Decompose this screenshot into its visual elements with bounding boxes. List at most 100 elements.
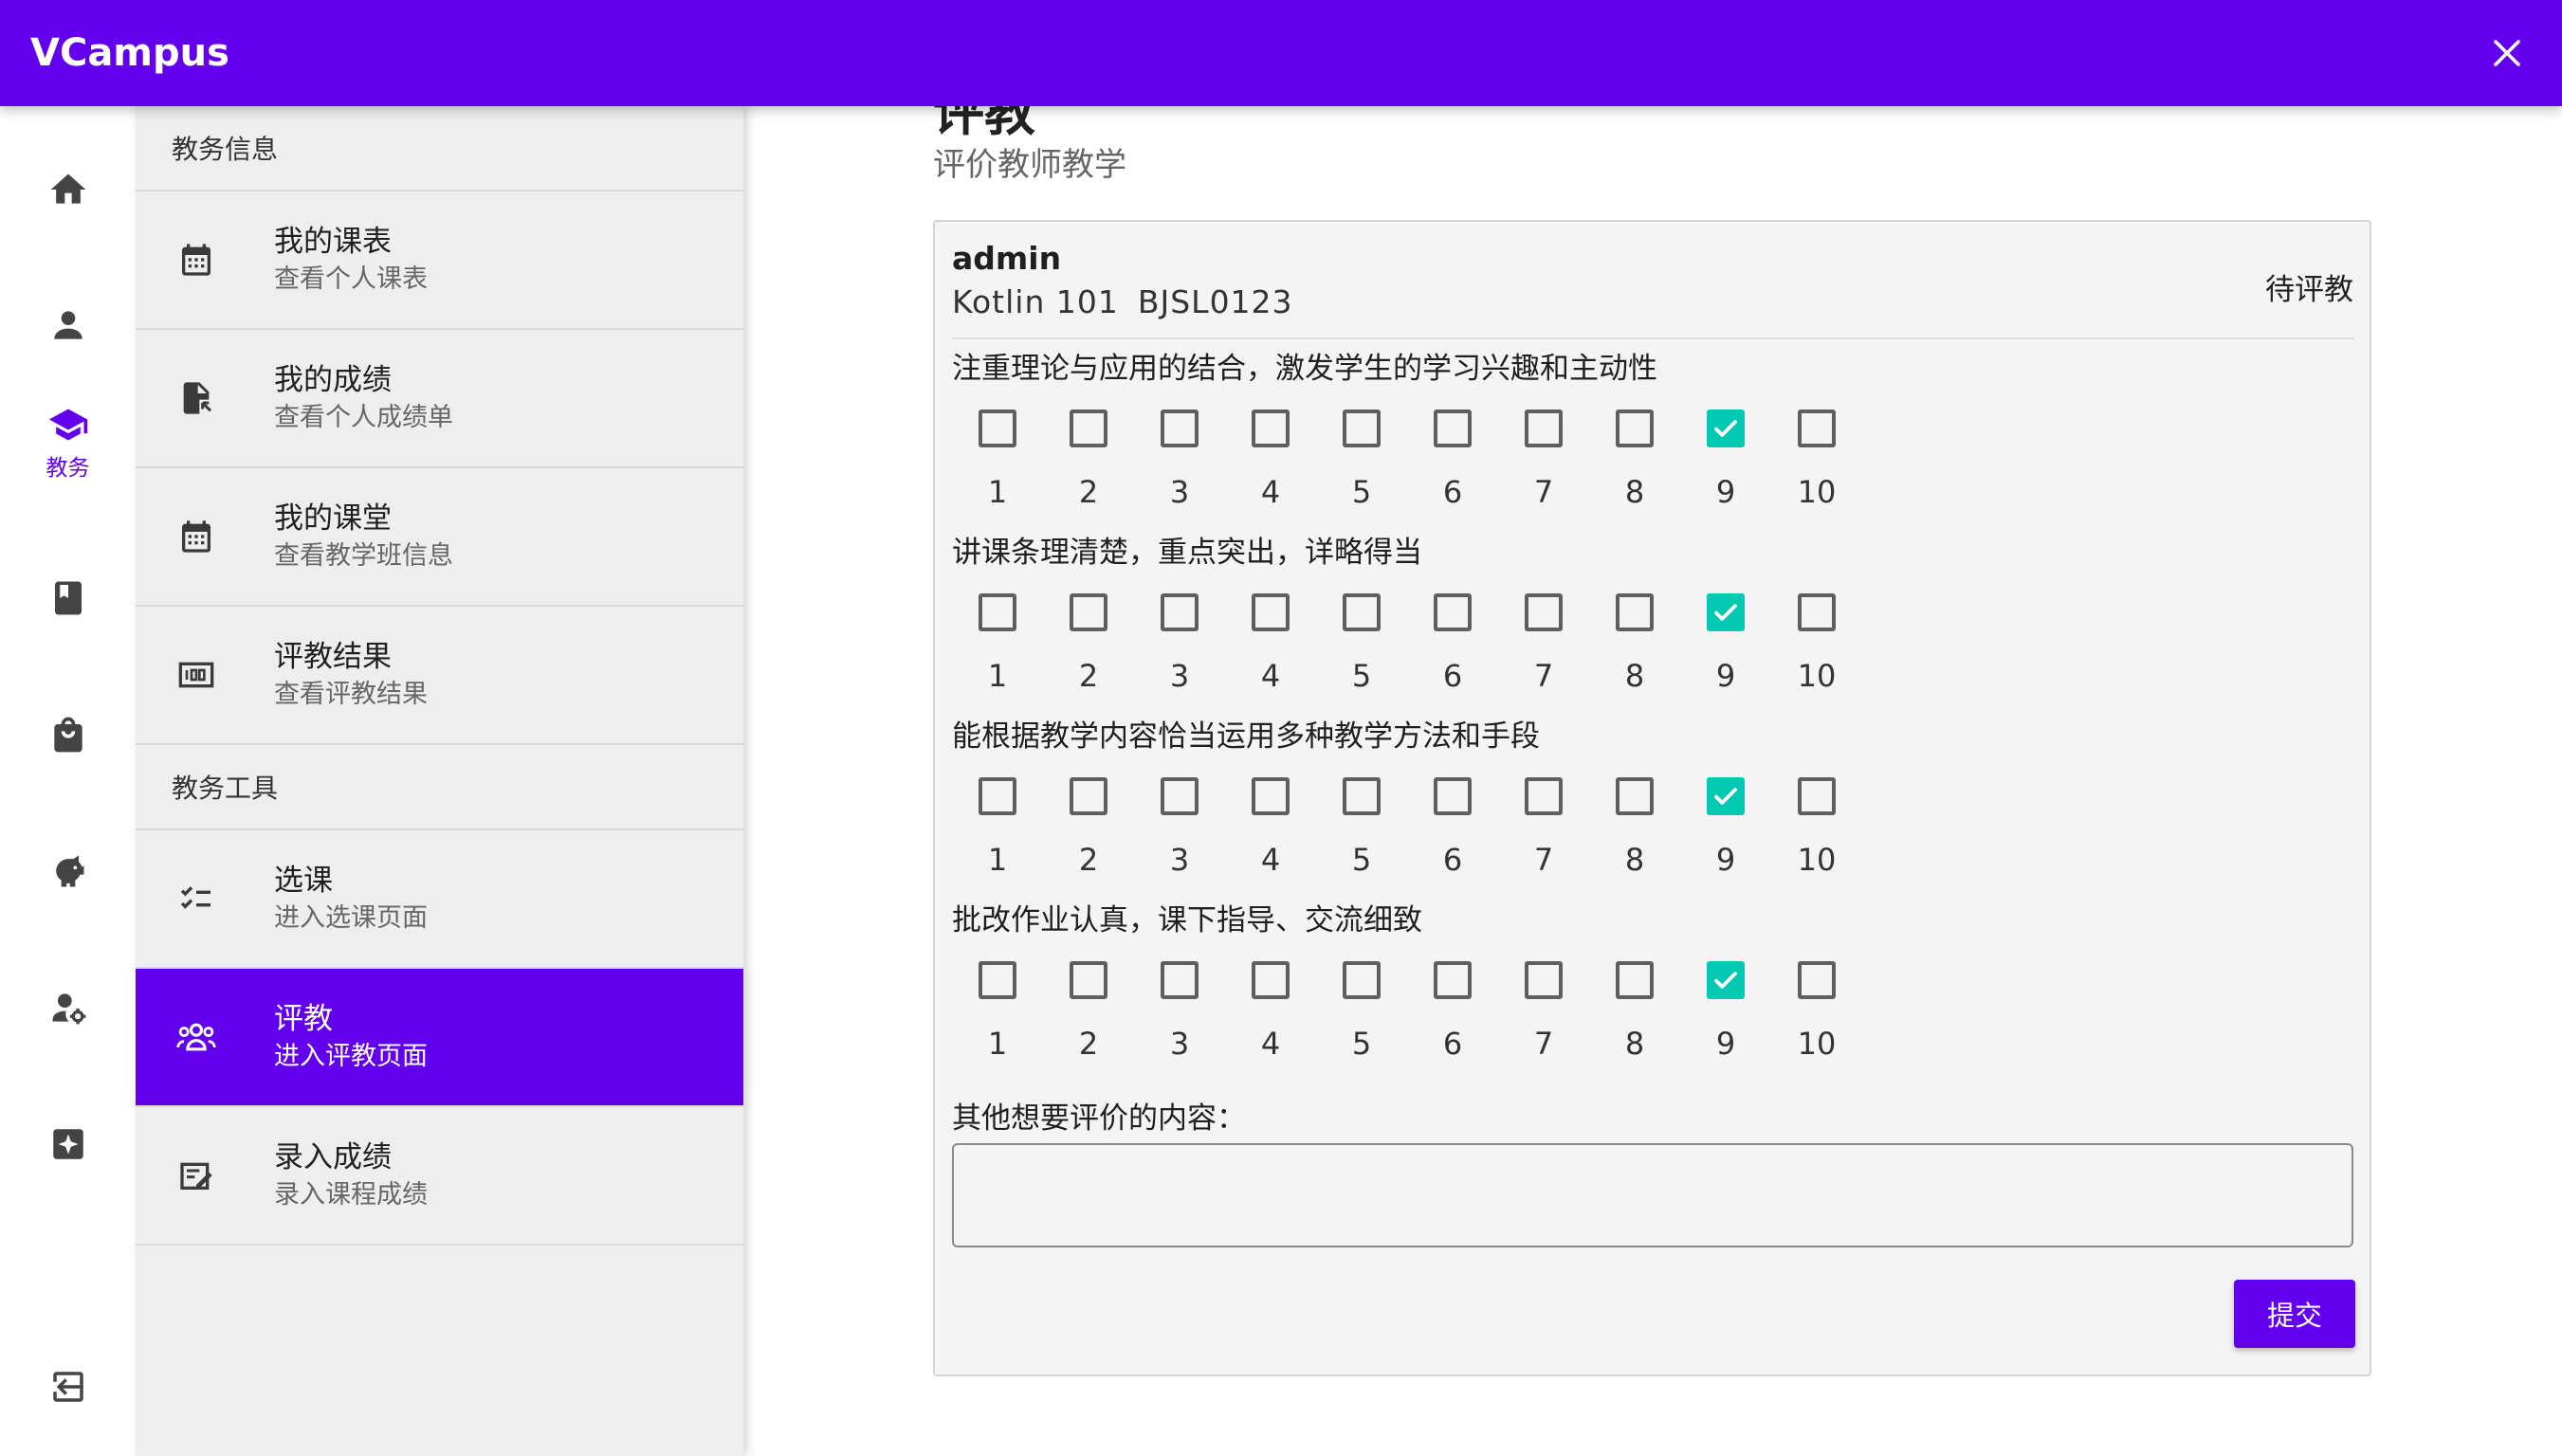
rail-item-academic[interactable]: 教务 (0, 391, 136, 495)
score-option[interactable]: 10 (1771, 593, 1862, 694)
score-option[interactable]: 10 (1771, 961, 1862, 1062)
other-comments-input[interactable] (952, 1143, 2353, 1247)
score-option[interactable]: 8 (1589, 777, 1680, 878)
score-option[interactable]: 8 (1589, 410, 1680, 510)
score-option[interactable]: 1 (952, 961, 1043, 1062)
score-option[interactable]: 6 (1407, 410, 1498, 510)
score-checkbox[interactable] (1707, 593, 1745, 631)
score-option[interactable]: 7 (1498, 410, 1589, 510)
score-checkbox[interactable] (1434, 593, 1472, 631)
score-option[interactable]: 5 (1316, 777, 1407, 878)
score-option[interactable]: 2 (1043, 777, 1134, 878)
score-option[interactable]: 1 (952, 777, 1043, 878)
score-option[interactable]: 5 (1316, 593, 1407, 694)
score-option[interactable]: 1 (952, 593, 1043, 694)
score-checkbox[interactable] (1161, 961, 1199, 999)
score-option[interactable]: 8 (1589, 593, 1680, 694)
score-option[interactable]: 7 (1498, 593, 1589, 694)
score-option[interactable]: 6 (1407, 961, 1498, 1062)
score-option[interactable]: 8 (1589, 961, 1680, 1062)
score-option[interactable]: 5 (1316, 961, 1407, 1062)
score-option[interactable]: 5 (1316, 410, 1407, 510)
score-checkbox[interactable] (1161, 777, 1199, 815)
score-option[interactable]: 2 (1043, 961, 1134, 1062)
score-option[interactable]: 2 (1043, 410, 1134, 510)
score-checkbox[interactable] (1798, 410, 1836, 447)
score-checkbox[interactable] (1525, 961, 1563, 999)
rail-item-ai[interactable] (0, 1092, 136, 1196)
nav-item-eval-results[interactable]: 评教结果 查看评教结果 (136, 607, 743, 745)
score-checkbox[interactable] (1070, 593, 1107, 631)
score-checkbox[interactable] (979, 593, 1016, 631)
score-checkbox[interactable] (1798, 961, 1836, 999)
nav-item-course-selection[interactable]: 选课 进入选课页面 (136, 830, 743, 969)
score-checkbox[interactable] (1707, 777, 1745, 815)
score-checkbox[interactable] (1525, 410, 1563, 447)
score-option[interactable]: 2 (1043, 593, 1134, 694)
rail-item-bank[interactable] (0, 819, 136, 923)
score-checkbox[interactable] (1343, 961, 1381, 999)
score-checkbox[interactable] (1252, 593, 1290, 631)
nav-item-my-grades[interactable]: 我的成绩 查看个人成绩单 (136, 330, 743, 468)
score-checkbox[interactable] (1616, 777, 1654, 815)
score-checkbox[interactable] (1798, 777, 1836, 815)
score-checkbox[interactable] (1525, 777, 1563, 815)
score-checkbox[interactable] (1070, 410, 1107, 447)
score-option[interactable]: 9 (1680, 961, 1771, 1062)
score-option[interactable]: 3 (1134, 410, 1225, 510)
score-checkbox[interactable] (1707, 410, 1745, 447)
score-checkbox[interactable] (1798, 593, 1836, 631)
score-checkbox[interactable] (1434, 961, 1472, 999)
score-option[interactable]: 1 (952, 410, 1043, 510)
score-option[interactable]: 6 (1407, 593, 1498, 694)
score-checkbox[interactable] (1525, 593, 1563, 631)
nav-item-my-classes[interactable]: 我的课堂 查看教学班信息 (136, 468, 743, 607)
score-option[interactable]: 3 (1134, 777, 1225, 878)
score-option[interactable]: 9 (1680, 593, 1771, 694)
score-checkbox[interactable] (1434, 777, 1472, 815)
score-checkbox[interactable] (979, 777, 1016, 815)
rail-item-admin[interactable] (0, 956, 136, 1060)
score-option[interactable]: 4 (1225, 777, 1316, 878)
score-checkbox[interactable] (1343, 593, 1381, 631)
rail-item-home[interactable] (0, 137, 136, 242)
score-checkbox[interactable] (979, 961, 1016, 999)
score-option[interactable]: 9 (1680, 410, 1771, 510)
nav-item-teaching-eval[interactable]: 评教 进入评教页面 (136, 969, 743, 1107)
score-checkbox[interactable] (1252, 961, 1290, 999)
score-option[interactable]: 10 (1771, 410, 1862, 510)
rail-item-shop[interactable] (0, 682, 136, 787)
score-option[interactable]: 9 (1680, 777, 1771, 878)
score-checkbox[interactable] (1707, 961, 1745, 999)
score-checkbox[interactable] (1616, 593, 1654, 631)
score-checkbox[interactable] (1616, 961, 1654, 999)
score-label: 2 (1078, 658, 1099, 694)
score-checkbox[interactable] (1070, 777, 1107, 815)
score-option[interactable]: 6 (1407, 777, 1498, 878)
rail-item-library[interactable] (0, 546, 136, 650)
submit-button[interactable]: 提交 (2234, 1280, 2355, 1348)
score-checkbox[interactable] (1161, 410, 1199, 447)
score-option[interactable]: 4 (1225, 410, 1316, 510)
score-checkbox[interactable] (1252, 410, 1290, 447)
score-checkbox[interactable] (1343, 777, 1381, 815)
score-option[interactable]: 7 (1498, 961, 1589, 1062)
score-checkbox[interactable] (1343, 410, 1381, 447)
score-checkbox[interactable] (1434, 410, 1472, 447)
score-checkbox[interactable] (1161, 593, 1199, 631)
score-checkbox[interactable] (1070, 961, 1107, 999)
rail-item-profile[interactable] (0, 273, 136, 377)
score-option[interactable]: 4 (1225, 961, 1316, 1062)
nav-item-enter-grades[interactable]: 录入成绩 录入课程成绩 (136, 1107, 743, 1246)
rail-item-logout[interactable] (0, 1335, 136, 1439)
score-checkbox[interactable] (1616, 410, 1654, 447)
score-option[interactable]: 4 (1225, 593, 1316, 694)
score-option[interactable]: 10 (1771, 777, 1862, 878)
score-checkbox[interactable] (979, 410, 1016, 447)
close-button[interactable] (2469, 15, 2545, 91)
score-option[interactable]: 3 (1134, 593, 1225, 694)
score-option[interactable]: 3 (1134, 961, 1225, 1062)
score-option[interactable]: 7 (1498, 777, 1589, 878)
score-checkbox[interactable] (1252, 777, 1290, 815)
nav-item-my-timetable[interactable]: 我的课表 查看个人课表 (136, 191, 743, 330)
